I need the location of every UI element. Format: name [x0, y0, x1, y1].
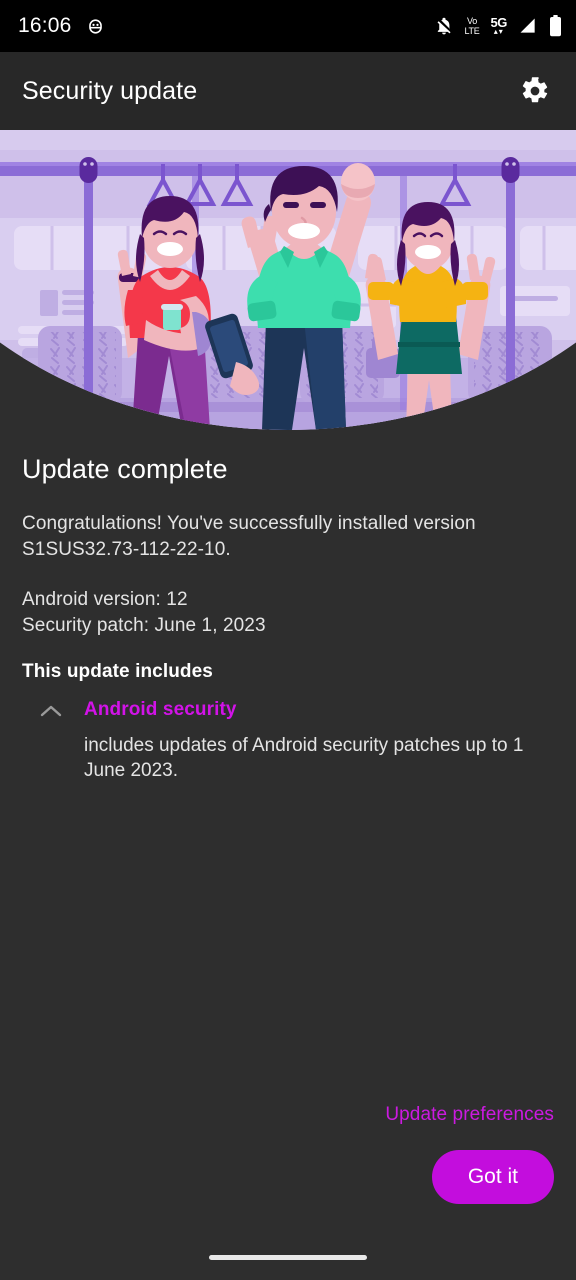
notifications-off-icon	[434, 16, 454, 36]
app-bar: Security update	[0, 52, 576, 130]
section-title: This update includes	[22, 661, 213, 682]
page-title: Security update	[22, 76, 198, 105]
accordion-android-security[interactable]: Android security includes updates of And…	[22, 699, 554, 783]
volte-icon: Vo LTE	[464, 15, 480, 36]
headline: Update complete	[22, 454, 228, 484]
android-version-text: Android version: 12	[22, 589, 188, 610]
phone-screen: 16:06 Vo LTE 5G ▴▾ Security update Updat…	[0, 0, 576, 1280]
status-bar-right: Vo LTE 5G ▴▾	[434, 15, 563, 37]
version-info: Android version: 12 Security patch: June…	[22, 587, 554, 639]
congratulations-text: Congratulations! You've successfully ins…	[22, 513, 476, 560]
status-bar: 16:06 Vo LTE 5G ▴▾	[0, 0, 576, 52]
home-gesture-pill[interactable]	[209, 1254, 367, 1260]
update-content: Update complete Congratulations! You've …	[0, 430, 576, 1104]
battery-icon	[549, 15, 562, 37]
footer-actions: Update preferences Got it	[0, 1104, 576, 1234]
accordion-description: includes updates of Android security pat…	[84, 735, 524, 781]
android-debug-icon	[86, 17, 105, 36]
network-5g-icon: 5G ▴▾	[490, 15, 507, 36]
status-bar-left: 16:06	[18, 14, 105, 38]
security-patch-text: Security patch: June 1, 2023	[22, 615, 266, 636]
update-preferences-link[interactable]: Update preferences	[385, 1104, 554, 1126]
accordion-title[interactable]: Android security	[84, 699, 554, 721]
accordion-body: Android security includes updates of And…	[68, 699, 554, 783]
gear-icon[interactable]	[512, 68, 558, 114]
status-clock: 16:06	[18, 14, 72, 37]
chevron-up-icon[interactable]	[34, 699, 68, 783]
subway-celebration-illustration	[0, 130, 576, 430]
signal-strength-icon	[518, 16, 538, 36]
navigation-bar	[0, 1234, 576, 1280]
got-it-button[interactable]: Got it	[431, 1150, 554, 1204]
